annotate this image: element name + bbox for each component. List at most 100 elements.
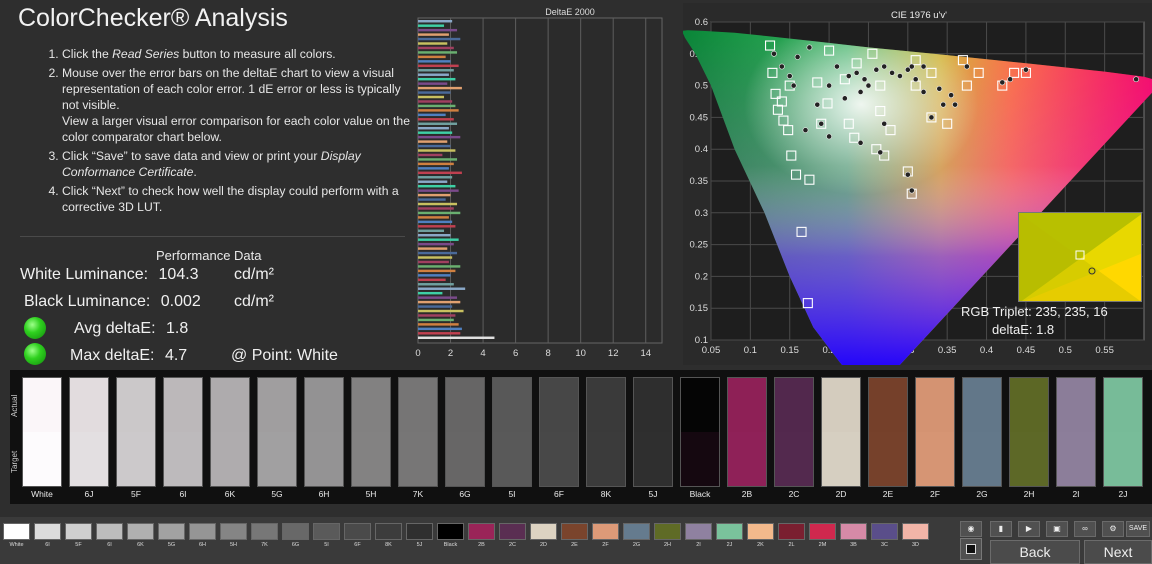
deltae-bar[interactable] bbox=[418, 309, 464, 313]
deltae-bar[interactable] bbox=[418, 283, 454, 286]
measured-point[interactable] bbox=[834, 63, 840, 70]
deltae-bar[interactable] bbox=[418, 225, 456, 228]
deltae-bar[interactable] bbox=[418, 51, 458, 54]
measured-point[interactable] bbox=[940, 101, 947, 108]
deltae-bar[interactable] bbox=[418, 256, 453, 259]
deltae-bar[interactable] bbox=[418, 144, 451, 148]
swatch-2f[interactable] bbox=[915, 377, 955, 487]
stop-button[interactable] bbox=[960, 538, 982, 560]
measured-point[interactable] bbox=[853, 69, 860, 76]
deltae-bar[interactable] bbox=[418, 176, 453, 179]
chip-5g[interactable] bbox=[158, 523, 185, 540]
deltae-bar[interactable] bbox=[418, 73, 449, 76]
deltae-bar[interactable] bbox=[418, 42, 448, 45]
deltae-bar[interactable] bbox=[418, 260, 449, 264]
measured-point[interactable] bbox=[857, 89, 864, 95]
chip-2j[interactable] bbox=[716, 523, 743, 540]
play-icon[interactable]: ▶ bbox=[1018, 521, 1040, 537]
deltae-bar[interactable] bbox=[418, 140, 448, 143]
eye-icon[interactable]: ◉ bbox=[960, 521, 982, 537]
deltae-bar[interactable] bbox=[418, 86, 462, 90]
measured-point[interactable] bbox=[963, 63, 970, 70]
swatch-black[interactable] bbox=[680, 377, 720, 487]
deltae-bar[interactable] bbox=[418, 131, 453, 134]
chip-2l[interactable] bbox=[778, 523, 805, 540]
deltae-bar[interactable] bbox=[418, 269, 456, 273]
measured-point[interactable] bbox=[814, 101, 821, 108]
chip-5i[interactable] bbox=[313, 523, 340, 540]
deltae-bar[interactable] bbox=[418, 291, 443, 295]
deltae-bar[interactable] bbox=[418, 242, 454, 246]
deltae-bar[interactable] bbox=[418, 135, 461, 139]
measured-point[interactable] bbox=[877, 149, 884, 156]
measured-point[interactable] bbox=[904, 171, 911, 178]
measured-point[interactable] bbox=[771, 50, 777, 57]
measured-point[interactable] bbox=[928, 114, 935, 121]
deltae-bar[interactable] bbox=[418, 323, 459, 326]
measured-point[interactable] bbox=[897, 73, 903, 79]
swatch-2h[interactable] bbox=[1009, 377, 1049, 487]
deltae-bar[interactable] bbox=[418, 211, 461, 215]
deltae-bar[interactable] bbox=[418, 278, 446, 282]
deltae-bar[interactable] bbox=[418, 318, 454, 322]
deltae-bar[interactable] bbox=[418, 122, 458, 125]
swatch-2e[interactable] bbox=[868, 377, 908, 487]
chip-3d[interactable] bbox=[902, 523, 929, 540]
deltae-bar[interactable] bbox=[418, 33, 449, 36]
deltae-bar[interactable] bbox=[418, 180, 448, 183]
deltae-bar[interactable] bbox=[418, 109, 459, 112]
measured-point[interactable] bbox=[818, 120, 825, 127]
measured-point[interactable] bbox=[912, 76, 919, 83]
measured-point[interactable] bbox=[952, 101, 958, 108]
measured-point[interactable] bbox=[948, 92, 955, 99]
chip-2b[interactable] bbox=[468, 523, 495, 540]
deltae-bar[interactable] bbox=[418, 247, 448, 250]
deltae-bar[interactable] bbox=[418, 220, 453, 224]
measured-point[interactable] bbox=[920, 63, 927, 70]
swatch-5i[interactable] bbox=[492, 377, 532, 487]
swatch-2b[interactable] bbox=[727, 377, 767, 487]
deltae-bar[interactable] bbox=[418, 77, 456, 81]
chip-2c[interactable] bbox=[499, 523, 526, 540]
measured-point[interactable] bbox=[794, 54, 801, 60]
deltae-bar[interactable] bbox=[418, 327, 462, 331]
measured-point[interactable] bbox=[908, 187, 915, 194]
deltae-bar[interactable] bbox=[418, 305, 453, 308]
deltae-bar[interactable] bbox=[418, 153, 443, 157]
chip-7k[interactable] bbox=[251, 523, 278, 540]
chip-2i[interactable] bbox=[685, 523, 712, 540]
swatch-6f[interactable] bbox=[539, 377, 579, 487]
deltae-bar[interactable] bbox=[418, 189, 459, 192]
measured-point[interactable] bbox=[1023, 66, 1029, 73]
deltae-bar[interactable] bbox=[418, 55, 446, 59]
chip-6i[interactable] bbox=[34, 523, 61, 540]
deltae-bar[interactable] bbox=[418, 118, 454, 121]
measured-point[interactable] bbox=[845, 73, 852, 79]
deltae-bar[interactable] bbox=[418, 127, 449, 130]
swatch-6k[interactable] bbox=[210, 377, 250, 487]
deltae-bar[interactable] bbox=[418, 238, 459, 241]
chip-2m[interactable] bbox=[809, 523, 836, 540]
chip-6h[interactable] bbox=[189, 523, 216, 540]
swatch-2i[interactable] bbox=[1056, 377, 1096, 487]
deltae-bar[interactable] bbox=[418, 64, 459, 68]
swatch-white[interactable] bbox=[22, 377, 62, 487]
settings-icon[interactable]: ⚙ bbox=[1102, 521, 1124, 537]
chip-6i[interactable] bbox=[96, 523, 123, 540]
deltae-bar[interactable] bbox=[418, 60, 451, 63]
back-button[interactable]: Back bbox=[990, 540, 1080, 564]
measured-point[interactable] bbox=[786, 73, 793, 79]
chip-3b[interactable] bbox=[840, 523, 867, 540]
swatch-2g[interactable] bbox=[962, 377, 1002, 487]
swatch-7k[interactable] bbox=[398, 377, 438, 487]
measured-point[interactable] bbox=[826, 133, 832, 140]
chip-2h[interactable] bbox=[654, 523, 681, 540]
deltae-bar[interactable] bbox=[418, 24, 445, 27]
measured-point[interactable] bbox=[908, 63, 915, 70]
swatch-6h[interactable] bbox=[304, 377, 344, 487]
chip-6k[interactable] bbox=[127, 523, 154, 540]
chip-5f[interactable] bbox=[65, 523, 92, 540]
measured-point[interactable] bbox=[806, 44, 813, 51]
measured-point[interactable] bbox=[1133, 76, 1140, 83]
deltae-bar[interactable] bbox=[418, 69, 454, 72]
